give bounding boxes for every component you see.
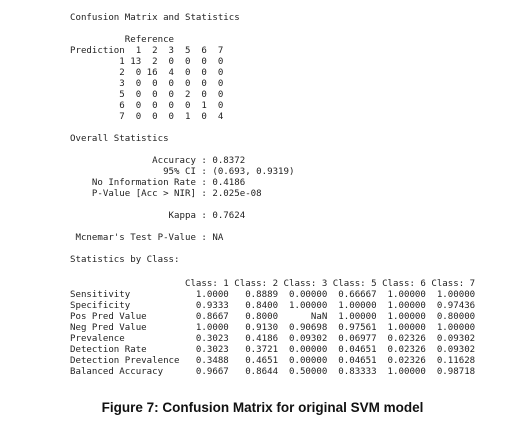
r-console-output: Confusion Matrix and Statistics Referenc… <box>70 13 475 378</box>
matrix-row: 6 0 0 0 0 1 0 <box>70 101 224 111</box>
class-table-header: Class: 1 Class: 2 Class: 3 Class: 5 Clas… <box>70 279 476 289</box>
matrix-row: 7 0 0 0 1 0 4 <box>70 112 224 122</box>
no-information-rate-line: No Information Rate : 0.4186 <box>70 178 246 188</box>
class-table-row: Sensitivity 1.0000 0.8889 0.00000 0.6666… <box>70 290 476 300</box>
class-statistics-table: Class: 1 Class: 2 Class: 3 Class: 5 Clas… <box>70 279 475 378</box>
matrix-column-header: Prediction 1 2 3 5 6 7 <box>70 46 224 56</box>
class-table-row: Detection Rate 0.3023 0.3721 0.00000 0.0… <box>70 345 476 355</box>
class-table-row: Balanced Accuracy 0.9667 0.8644 0.50000 … <box>70 367 476 377</box>
matrix-reference-header: Reference <box>70 35 175 45</box>
matrix-row: 1 13 2 0 0 0 0 <box>70 57 224 67</box>
matrix-row: 5 0 0 0 2 0 0 <box>70 90 224 100</box>
overall-statistics: Accuracy : 0.8372 95% CI : (0.693, 0.931… <box>70 156 475 200</box>
accuracy-line: Accuracy : 0.8372 <box>70 156 246 166</box>
output-title: Confusion Matrix and Statistics <box>70 13 240 23</box>
confusion-matrix: Reference Prediction 1 2 3 5 6 7 1 13 2 … <box>70 35 475 123</box>
class-table-row: Prevalence 0.3023 0.4186 0.09302 0.06977… <box>70 334 476 344</box>
class-table-row: Neg Pred Value 1.0000 0.9130 0.90698 0.9… <box>70 323 476 333</box>
mcnemar-line: Mcnemar's Test P-Value : NA <box>70 233 224 243</box>
overall-statistics-heading: Overall Statistics <box>70 134 169 144</box>
class-table-row: Pos Pred Value 0.8667 0.8000 NaN 1.00000… <box>70 312 476 322</box>
kappa-line: Kappa : 0.7624 <box>70 211 246 221</box>
matrix-row: 3 0 0 0 0 0 0 <box>70 79 224 89</box>
confidence-interval-line: 95% CI : (0.693, 0.9319) <box>70 167 295 177</box>
page: { "console": { "title": "Confusion Matri… <box>0 0 525 427</box>
class-table-row: Specificity 0.9333 0.8400 1.00000 1.0000… <box>70 301 476 311</box>
class-table-row: Detection Prevalence 0.3488 0.4651 0.000… <box>70 356 476 366</box>
figure-caption: Figure 7: Confusion Matrix for original … <box>101 400 424 415</box>
p-value-line: P-Value [Acc > NIR] : 2.025e-08 <box>70 189 262 199</box>
statistics-by-class-heading: Statistics by Class: <box>70 255 180 265</box>
matrix-row: 2 0 16 4 0 0 0 <box>70 68 224 78</box>
